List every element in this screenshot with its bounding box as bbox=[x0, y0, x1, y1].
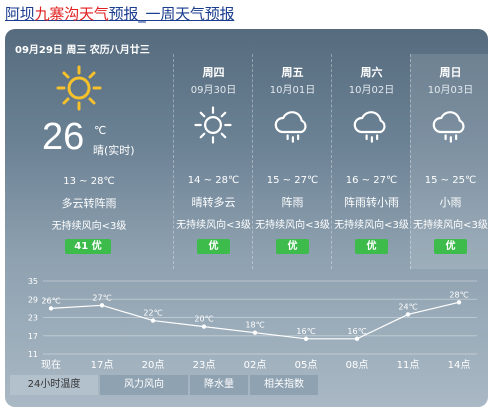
data-label: 24℃ bbox=[398, 302, 417, 311]
day-wind: 无持续风向<3级 bbox=[255, 220, 330, 231]
title-location: 阿坝 bbox=[5, 5, 35, 23]
rain-cloud-icon bbox=[274, 111, 307, 143]
day-name: 周日 bbox=[439, 66, 462, 79]
day-condition: 阵雨 bbox=[281, 196, 304, 209]
temperature-unit: ℃ bbox=[94, 124, 107, 137]
day-condition: 小雨 bbox=[439, 196, 462, 209]
data-label: 27℃ bbox=[92, 293, 111, 302]
today-condition: 多云转阵雨 bbox=[61, 197, 117, 210]
data-label: 16℃ bbox=[296, 327, 315, 336]
day-date: 09月30日 bbox=[190, 85, 237, 96]
data-label: 20℃ bbox=[194, 315, 213, 324]
x-tick-label: 02点 bbox=[244, 359, 267, 371]
tab-24h-temperature[interactable]: 24小时温度 bbox=[10, 375, 98, 395]
tab-wind[interactable]: 风力风向 bbox=[100, 375, 188, 395]
data-label: 26℃ bbox=[41, 296, 60, 305]
data-label: 28℃ bbox=[449, 290, 468, 299]
day-wind: 无持续风向<3级 bbox=[413, 220, 488, 231]
data-point bbox=[252, 330, 258, 335]
forecast-day-4[interactable]: 周日 10月03日 15 ~ 25℃ 小雨 无持续风向<3级 优 bbox=[410, 54, 488, 269]
today-aqi-badge: 41 优 bbox=[65, 239, 111, 254]
data-point bbox=[405, 312, 411, 317]
day-temp-range: 15 ~ 25℃ bbox=[424, 175, 477, 186]
day-temp-range: 15 ~ 27℃ bbox=[266, 175, 319, 186]
x-tick-label: 20点 bbox=[142, 359, 165, 371]
x-tick-label: 现在 bbox=[41, 359, 61, 371]
hourly-temperature-chart: 35 29 23 17 11 26℃ 现在 27℃ 17点 22℃ 20点 20℃ 23点 18℃ 02点 1… bbox=[28, 277, 477, 371]
tab-related-index[interactable]: 相关指数 bbox=[250, 375, 318, 395]
sun-icon bbox=[194, 106, 232, 144]
day-aqi-badge: 优 bbox=[355, 239, 388, 254]
day-date: 10月03日 bbox=[427, 85, 474, 96]
title-highlight: 九寨沟天气 bbox=[34, 5, 109, 23]
x-tick-label: 14点 bbox=[448, 359, 471, 371]
current-condition-label: 晴(实时) bbox=[93, 144, 135, 157]
data-label: 18℃ bbox=[245, 321, 264, 330]
day-temp-range: 16 ~ 27℃ bbox=[345, 175, 398, 186]
day-condition: 阵雨转小雨 bbox=[344, 196, 399, 209]
day-temp-range: 14 ~ 28℃ bbox=[187, 175, 240, 186]
x-tick-label: 11点 bbox=[397, 359, 420, 371]
day-date: 10月01日 bbox=[269, 85, 316, 96]
forecast-day-2[interactable]: 周五 10月01日 15 ~ 27℃ 阵雨 无持续风向<3级 优 bbox=[252, 54, 332, 269]
data-point bbox=[456, 300, 462, 305]
data-label: 22℃ bbox=[143, 309, 162, 318]
current-temperature: 26 bbox=[42, 116, 85, 158]
y-tick-label: 11 bbox=[28, 350, 38, 359]
day-wind: 无持续风向<3级 bbox=[176, 220, 251, 231]
sun-icon bbox=[56, 65, 102, 111]
rain-cloud-icon bbox=[432, 111, 465, 143]
day-condition: 晴转多云 bbox=[191, 196, 236, 209]
day-aqi-badge: 优 bbox=[276, 239, 309, 254]
data-point bbox=[354, 336, 360, 341]
data-point bbox=[303, 336, 309, 341]
title-suffix: 预报_一周天气预报 bbox=[108, 5, 235, 23]
today-panel: 26 ℃ 晴(实时) 13 ~ 28℃ 多云转阵雨 无持续风向<3级 41 优 bbox=[5, 29, 173, 269]
day-name: 周五 bbox=[281, 66, 304, 79]
day-date: 10月02日 bbox=[348, 85, 395, 96]
y-tick-label: 23 bbox=[28, 314, 38, 323]
x-tick-label: 23点 bbox=[193, 359, 216, 371]
x-tick-label: 08点 bbox=[346, 359, 369, 371]
data-point bbox=[99, 303, 105, 308]
forecast-day-3[interactable]: 周六 10月02日 16 ~ 27℃ 阵雨转小雨 无持续风向<3级 优 bbox=[331, 54, 411, 269]
y-tick-label: 35 bbox=[28, 277, 38, 286]
page-title-link[interactable]: 阿坝九寨沟天气预报_一周天气预报 bbox=[5, 3, 235, 25]
data-label: 16℃ bbox=[347, 327, 366, 336]
y-tick-label: 29 bbox=[28, 295, 38, 304]
day-name: 周六 bbox=[360, 66, 383, 79]
data-point bbox=[150, 318, 156, 323]
x-tick-label: 05点 bbox=[295, 359, 318, 371]
y-tick-label: 17 bbox=[28, 332, 38, 341]
forecast-day-1[interactable]: 周四 09月30日 14 ~ 28℃ 晴转多云 无持续风向<3级 优 bbox=[173, 54, 253, 269]
data-point bbox=[48, 306, 54, 311]
rain-cloud-icon bbox=[353, 111, 386, 143]
weather-card: 09月29日 周三 农历八月廿三 26 ℃ 晴(实时) 13 ~ 28℃ 多云转… bbox=[5, 29, 488, 407]
today-temp-range: 13 ~ 28℃ bbox=[63, 176, 115, 187]
day-aqi-badge: 优 bbox=[197, 239, 230, 254]
day-name: 周四 bbox=[202, 66, 225, 79]
data-point bbox=[201, 324, 207, 329]
day-aqi-badge: 优 bbox=[434, 239, 467, 254]
x-tick-label: 17点 bbox=[91, 359, 114, 371]
tab-precipitation[interactable]: 降水量 bbox=[190, 375, 248, 395]
day-wind: 无持续风向<3级 bbox=[334, 220, 409, 231]
today-wind: 无持续风向<3级 bbox=[51, 221, 127, 232]
